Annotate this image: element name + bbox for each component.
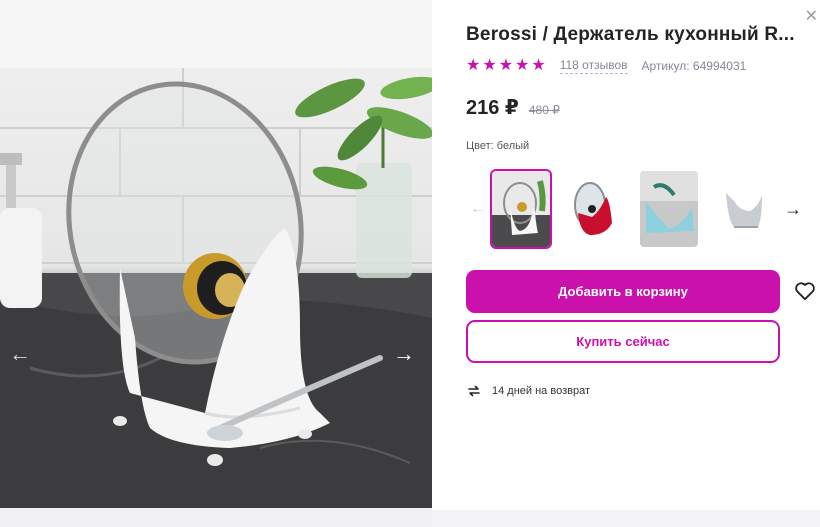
thumbnail-grey[interactable] [712, 169, 774, 249]
color-selector-label: Цвет: белый [466, 140, 529, 152]
old-price: 480 ₽ [528, 103, 560, 117]
return-policy-text: 14 дней на возврат [492, 385, 590, 397]
star-icon: ★ [466, 57, 481, 74]
star-icon: ★ [515, 57, 530, 74]
star-icon: ★ [531, 57, 546, 74]
heart-icon[interactable] [794, 281, 816, 301]
main-product-photo[interactable]: ← → [0, 68, 432, 508]
gallery-prev-arrow-icon[interactable]: ← [6, 340, 34, 368]
add-to-cart-button[interactable]: Добавить в корзину [466, 270, 780, 313]
color-label-key: Цвет: [466, 140, 494, 152]
star-icon: ★ [482, 57, 497, 74]
color-label-value: белый [496, 140, 530, 152]
current-price: 216 ₽ [466, 97, 519, 119]
gallery-bottom-strip [0, 508, 432, 527]
reviews-link[interactable]: 118 отзывов [559, 58, 628, 74]
buy-now-button[interactable]: Купить сейчас [466, 320, 780, 363]
panel-bottom-strip [432, 510, 820, 527]
star-icon: ★ [498, 57, 514, 74]
product-gallery: ← → [0, 0, 432, 527]
rating-stars: ★ ★ ★ ★ ★ [466, 58, 546, 74]
return-policy: 14 дней на возврат [466, 383, 590, 399]
thumbnail-blue[interactable] [638, 169, 700, 249]
thumbnail-red[interactable] [564, 169, 626, 249]
product-title: Berossi / Держатель кухонный R... [466, 24, 795, 45]
sku-text: Артикул: 64994031 [641, 59, 747, 73]
color-thumbnails: ← → [466, 166, 806, 252]
rating-row: ★ ★ ★ ★ ★ 118 отзывов Артикул: 64994031 [466, 58, 746, 74]
thumbs-next-arrow-icon[interactable]: → [784, 199, 802, 220]
thumbnail-white[interactable] [490, 169, 552, 249]
thumbs-prev-arrow-icon[interactable]: ← [466, 200, 490, 218]
return-arrows-icon [468, 385, 480, 397]
product-info-panel: ✕ Berossi / Держатель кухонный R... ★ ★ … [432, 0, 820, 527]
price-row: 216 ₽ 480 ₽ [466, 95, 560, 120]
gallery-next-arrow-icon[interactable]: → [390, 340, 418, 368]
close-icon[interactable]: ✕ [805, 6, 818, 26]
